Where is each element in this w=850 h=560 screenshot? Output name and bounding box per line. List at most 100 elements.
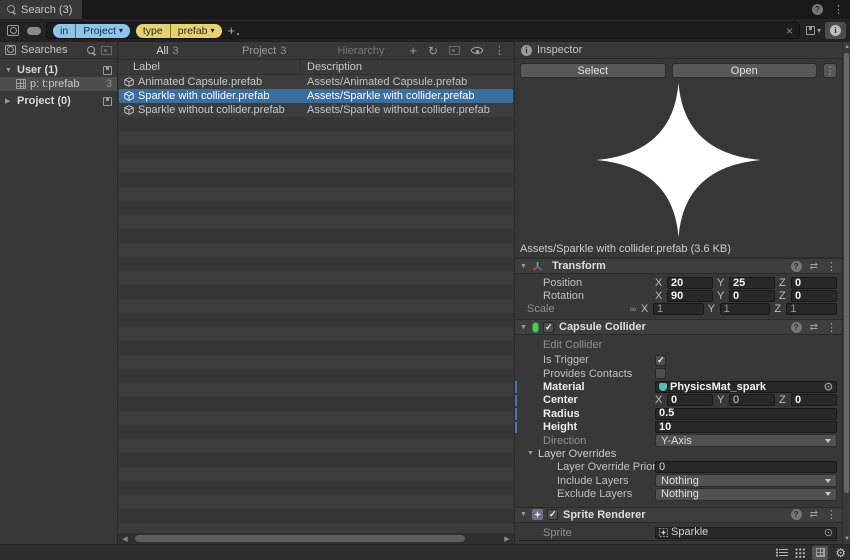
triangle-right-icon[interactable]: ▶ [5,97,13,105]
gear-icon[interactable]: ⚙ [835,546,846,560]
inspector-menu-button[interactable]: ⋮ [823,63,837,78]
save-icon[interactable] [103,66,112,75]
table-view-button[interactable] [812,546,828,560]
component-menu-icon[interactable]: ⋮ [826,508,837,521]
triangle-down-icon[interactable]: ▼ [520,324,528,331]
provides-contacts-checkbox[interactable] [655,368,666,379]
save-icon[interactable] [103,97,112,106]
filter-chip-type-prefab[interactable]: type prefab ▾ [136,24,222,38]
query-builder-toggle[interactable] [25,23,42,39]
center-x-field[interactable]: 0 [667,394,713,406]
transform-component-header[interactable]: ▼ Transform ? ⇄ ⋮ [515,258,842,274]
help-icon[interactable]: ? [791,322,802,333]
triangle-down-icon[interactable]: ▼ [520,511,528,518]
vertical-scrollbar[interactable]: ▲ ▼ [842,42,850,544]
position-y-field[interactable]: 25 [729,277,775,289]
triangle-down-icon[interactable]: ▼ [5,67,13,74]
sprite-object-field[interactable]: Sparkle ⊙ [655,527,837,539]
visibility-icon[interactable] [471,47,483,54]
refresh-icon[interactable]: ↻ [428,44,438,58]
title-bar: Search (3) ? ⋮ [0,0,850,19]
search-picker-button[interactable] [4,23,21,39]
grid-view-icon[interactable] [795,548,805,558]
filter-value-dropdown[interactable]: Project ▾ [75,24,130,38]
window-menu-icon[interactable]: ⋮ [833,3,844,16]
open-button[interactable]: Open [672,63,818,78]
column-header-description[interactable]: Description [301,61,513,73]
sidebar-item-saved-query[interactable]: p: t:prefab 3 [0,77,117,91]
sidebar-group-user[interactable]: ▼ User (1) [0,63,117,77]
filter-key[interactable]: in [53,24,75,38]
exclude-layers-dropdown[interactable]: Nothing [655,488,837,501]
table-row[interactable]: Animated Capsule.prefab Assets/Animated … [119,75,513,89]
filter-key[interactable]: type [136,24,170,38]
layer-override-priority-field[interactable]: 0 [655,461,837,473]
presets-icon[interactable]: ⇄ [810,322,818,333]
component-menu-icon[interactable]: ⋮ [826,321,837,334]
height-row: Height 10 [515,421,842,434]
add-filter-button[interactable]: + [228,24,240,37]
is-trigger-checkbox[interactable] [655,355,666,366]
center-z-field[interactable]: 0 [791,394,837,406]
search-window-tab[interactable]: Search (3) [0,0,82,19]
tab-project[interactable]: Project 3 [216,45,313,57]
scale-z-field[interactable]: 1 [786,303,837,315]
column-header-label[interactable]: Label [119,60,301,74]
layer-overrides-foldout[interactable]: ▼ Layer Overrides [515,447,842,460]
sprite-renderer-header[interactable]: ▼ Sprite Renderer ? ⇄ ⋮ [515,507,842,523]
add-tab-icon[interactable]: + [409,43,417,58]
help-icon[interactable]: ? [791,509,802,520]
center-y-field[interactable]: 0 [729,394,775,406]
filter-chip-in-project[interactable]: in Project ▾ [53,24,130,38]
link-scale-icon[interactable]: ∞ [627,304,639,314]
scroll-right-icon[interactable]: ▶ [503,535,511,543]
presets-icon[interactable]: ⇄ [810,261,818,272]
horizontal-scrollbar[interactable]: ◀ ▶ [119,533,513,544]
rotation-x-field[interactable]: 90 [667,290,713,302]
prefab-icon [124,105,134,115]
search-picker-icon[interactable] [101,46,112,55]
object-picker-icon[interactable]: ⊙ [824,382,833,392]
sidebar-title: Searches [21,44,82,56]
object-picker-icon[interactable]: ⊙ [824,528,833,538]
tab-all[interactable]: All 3 [119,45,216,57]
scroll-down-icon[interactable]: ▼ [843,534,850,544]
rotation-z-field[interactable]: 0 [791,290,837,302]
triangle-down-icon[interactable]: ▼ [520,263,528,270]
scale-x-field[interactable]: 1 [653,303,704,315]
scroll-up-icon[interactable]: ▲ [843,42,850,52]
filter-value-dropdown[interactable]: prefab ▾ [170,24,222,38]
height-field[interactable]: 10 [655,421,837,433]
capsule-collider-header[interactable]: ▼ Capsule Collider ? ⇄ ⋮ [515,319,842,335]
component-enabled-checkbox[interactable] [547,509,558,520]
results-menu-icon[interactable]: ⋮ [494,44,505,57]
help-icon[interactable]: ? [791,261,802,272]
scroll-left-icon[interactable]: ◀ [121,535,129,543]
component-menu-icon[interactable]: ⋮ [826,260,837,273]
presets-icon[interactable]: ⇄ [810,509,818,520]
position-x-field[interactable]: 20 [667,277,713,289]
rotation-y-field[interactable]: 0 [729,290,775,302]
preview-toggle-icon[interactable] [449,46,460,55]
tab-hierarchy[interactable]: Hierarchy [313,45,410,57]
scrollbar-thumb[interactable] [135,535,465,542]
inspector-toggle-button[interactable]: i [825,22,846,39]
select-button[interactable]: Select [520,63,666,78]
material-object-field[interactable]: PhysicsMat_spark ⊙ [655,381,837,393]
clear-search-icon[interactable]: × [786,24,793,38]
help-icon[interactable]: ? [812,4,823,15]
list-view-icon[interactable] [776,548,788,557]
direction-dropdown[interactable]: Y-Axis [655,434,837,447]
search-input[interactable]: in Project ▾ type prefab ▾ + × [46,22,800,39]
table-row-selected[interactable]: Sparkle with collider.prefab Assets/Spar… [119,89,513,103]
include-layers-dropdown[interactable]: Nothing [655,474,837,487]
scrollbar-thumb[interactable] [844,53,849,493]
component-enabled-checkbox[interactable] [543,322,554,333]
radius-field[interactable]: 0.5 [655,408,837,420]
search-icon[interactable] [87,46,96,55]
save-search-button[interactable]: ▾ [806,26,821,35]
position-z-field[interactable]: 0 [791,277,837,289]
scale-y-field[interactable]: 1 [720,303,771,315]
sidebar-group-project[interactable]: ▶ Project (0) [0,94,117,108]
table-row[interactable]: Sparkle without collider.prefab Assets/S… [119,103,513,117]
